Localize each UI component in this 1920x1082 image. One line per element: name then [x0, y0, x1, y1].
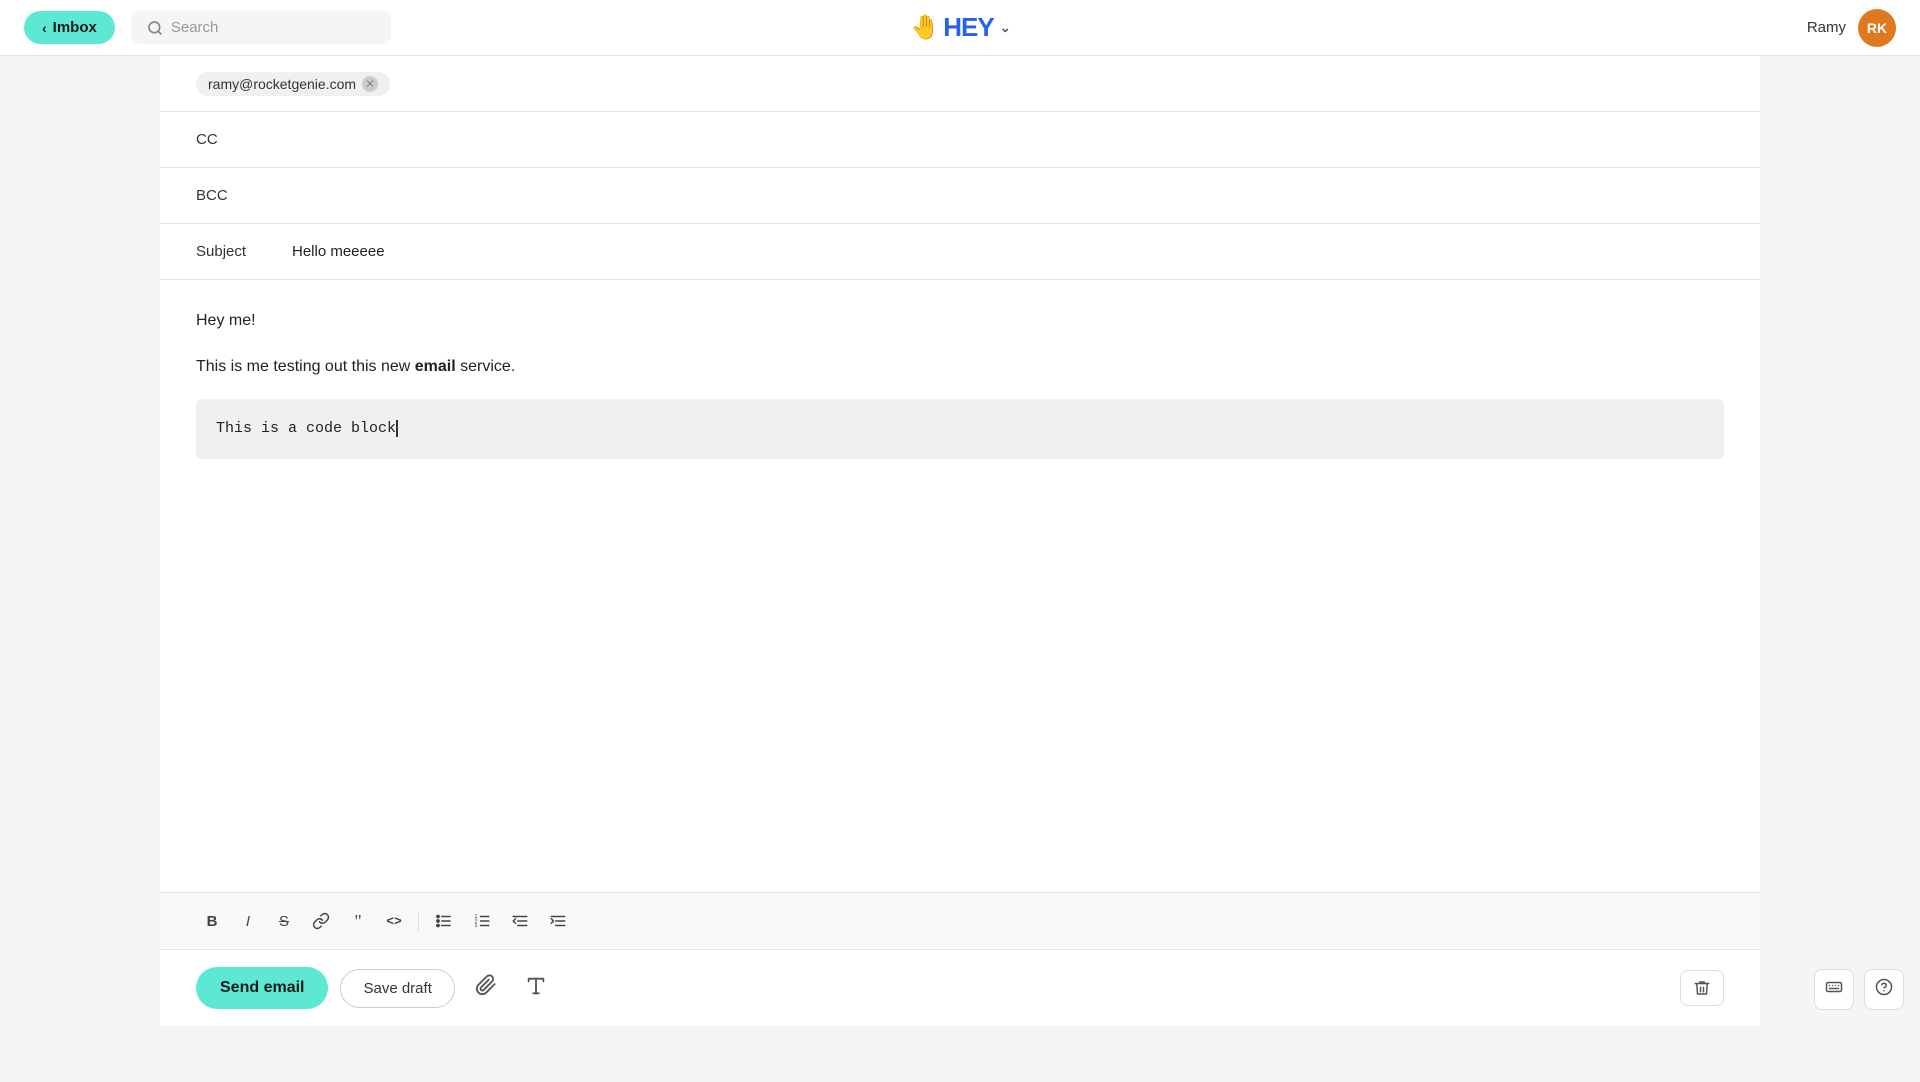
sidebar [0, 56, 160, 1026]
nav-center: 🤚 HEY ⌄ [910, 12, 1009, 43]
bullet-list-icon [435, 912, 453, 930]
inbox-button[interactable]: ‹ Imbox [24, 11, 115, 44]
paperclip-icon [475, 974, 497, 996]
subject-label: Subject [196, 243, 276, 260]
bcc-row: BCC [160, 168, 1760, 224]
to-chip: ramy@rocketgenie.com ✕ [196, 72, 390, 96]
user-name: Ramy [1807, 19, 1846, 36]
compose-area: ramy@rocketgenie.com ✕ CC BCC Subject He… [160, 56, 1760, 1026]
numbered-list-button[interactable]: 1 2 3 [465, 905, 499, 937]
hey-hand-icon: 🤚 [910, 13, 939, 42]
to-row: ramy@rocketgenie.com ✕ [160, 56, 1760, 112]
keyboard-icon [1825, 978, 1843, 996]
svg-text:3: 3 [475, 923, 478, 929]
cc-row: CC [160, 112, 1760, 168]
avatar-initials: RK [1867, 20, 1887, 36]
send-email-button[interactable]: Send email [196, 967, 328, 1009]
avatar: RK [1858, 9, 1896, 47]
inbox-label: Imbox [53, 19, 97, 36]
code-block-text: This is a code block [216, 420, 396, 437]
quote-button[interactable]: " [342, 905, 374, 937]
link-icon [312, 912, 330, 930]
help-icon [1875, 978, 1893, 996]
body-text-bold: email [415, 358, 456, 375]
font-size-button[interactable] [517, 967, 555, 1010]
hey-logo: 🤚 HEY ⌄ [910, 12, 1009, 43]
code-block: This is a code block [196, 399, 1724, 459]
remove-recipient-icon[interactable]: ✕ [362, 76, 378, 92]
cc-label: CC [196, 131, 276, 148]
search-placeholder: Search [171, 19, 219, 36]
keyboard-shortcut-button[interactable] [1814, 969, 1854, 1010]
body-text-before: This is me testing out this new [196, 358, 415, 375]
attach-button[interactable] [467, 966, 505, 1010]
subject-row: Subject Hello meeeee [160, 224, 1760, 280]
code-button[interactable]: <> [378, 905, 410, 937]
body-text: This is me testing out this new email se… [196, 354, 1724, 380]
toolbar-divider [418, 911, 419, 931]
numbered-list-icon: 1 2 3 [473, 912, 491, 930]
search-bar[interactable]: Search [131, 11, 391, 44]
formatting-toolbar: B I S " <> 1 2 [160, 892, 1760, 949]
bottom-right-icons [1814, 969, 1904, 1010]
logo-chevron-icon: ⌄ [1000, 20, 1010, 36]
bold-button[interactable]: B [196, 905, 228, 937]
font-size-icon [525, 975, 547, 997]
action-bar: Send email Save draft [160, 949, 1760, 1026]
chevron-left-icon: ‹ [42, 20, 47, 36]
bullet-list-button[interactable] [427, 905, 461, 937]
logo-text: HEY [943, 12, 993, 43]
body-text-after: service. [456, 358, 516, 375]
search-icon [147, 20, 163, 36]
trash-icon [1693, 979, 1711, 997]
nav-left: ‹ Imbox Search [24, 11, 391, 44]
indent-decrease-icon [511, 912, 529, 930]
indent-increase-icon [549, 912, 567, 930]
to-email: ramy@rocketgenie.com [208, 76, 356, 92]
top-nav: ‹ Imbox Search 🤚 HEY ⌄ Ramy RK [0, 0, 1920, 56]
body-greeting: Hey me! [196, 308, 1724, 334]
strikethrough-button[interactable]: S [268, 905, 300, 937]
delete-draft-button[interactable] [1680, 970, 1724, 1006]
cursor [396, 420, 407, 437]
nav-right: Ramy RK [1807, 9, 1896, 47]
subject-value: Hello meeeee [292, 243, 385, 260]
save-draft-button[interactable]: Save draft [340, 969, 454, 1008]
right-sidebar [1760, 56, 1920, 1026]
italic-button[interactable]: I [232, 905, 264, 937]
indent-decrease-button[interactable] [503, 905, 537, 937]
email-body[interactable]: Hey me! This is me testing out this new … [160, 280, 1760, 892]
help-button[interactable] [1864, 969, 1904, 1010]
indent-increase-button[interactable] [541, 905, 575, 937]
bcc-label: BCC [196, 187, 276, 204]
main-content: ramy@rocketgenie.com ✕ CC BCC Subject He… [0, 56, 1920, 1026]
link-button[interactable] [304, 905, 338, 937]
